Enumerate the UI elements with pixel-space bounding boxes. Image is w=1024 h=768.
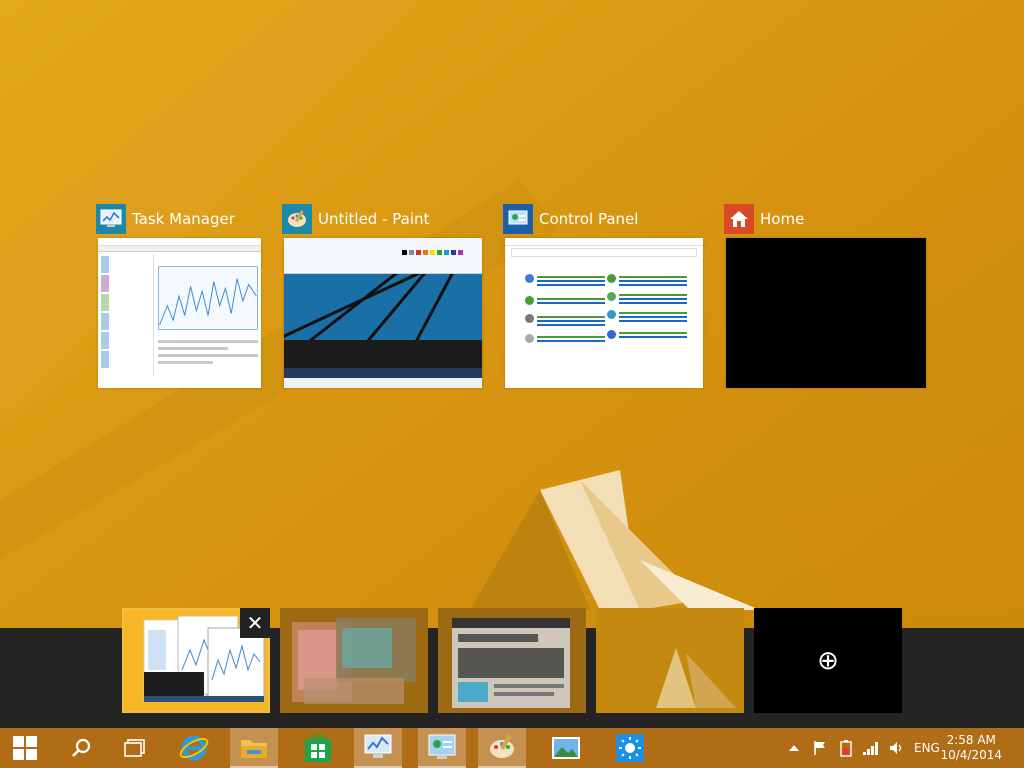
action-center-button[interactable]	[812, 728, 828, 768]
chevron-up-icon	[789, 745, 799, 751]
desktop-3-thumbnail[interactable]	[438, 608, 586, 713]
close-desktop-button[interactable]: ✕	[240, 608, 270, 638]
paint-icon	[282, 204, 312, 234]
speaker-icon	[890, 742, 902, 754]
clock-time: 2:58 AM	[946, 733, 996, 747]
paint-button[interactable]	[478, 728, 526, 768]
network-signal-icon	[863, 742, 878, 755]
task-manager-icon	[96, 204, 126, 234]
taskbar: ENG 2:58 AM 10/4/2014	[0, 728, 1024, 768]
window-paint[interactable]: Untitled - Paint	[282, 204, 482, 388]
power-button[interactable]	[838, 728, 854, 768]
window-thumbnail[interactable]	[505, 238, 703, 388]
search-icon	[72, 738, 91, 757]
window-title: Untitled - Paint	[318, 210, 430, 228]
network-button[interactable]	[862, 728, 880, 768]
show-hidden-icons-button[interactable]	[788, 728, 800, 768]
window-control-panel[interactable]: Control Panel	[503, 204, 703, 388]
desktop-4-thumbnail[interactable]	[596, 608, 744, 713]
store-icon	[305, 735, 331, 762]
search-button[interactable]	[58, 728, 104, 768]
internet-explorer-button[interactable]	[170, 728, 218, 768]
window-thumbnail[interactable]	[284, 238, 482, 388]
window-home[interactable]: Home	[724, 204, 926, 388]
add-desktop-button[interactable]: ⊕	[754, 608, 902, 713]
window-task-manager[interactable]: Task Manager	[96, 204, 261, 388]
clock-date: 10/4/2014	[940, 748, 1002, 762]
input-language-button[interactable]: ENG	[914, 728, 940, 768]
control-panel-button[interactable]	[418, 728, 466, 768]
photos-icon	[552, 737, 580, 759]
file-explorer-button[interactable]	[230, 728, 278, 768]
paint-icon	[490, 734, 514, 758]
window-title: Task Manager	[132, 210, 235, 228]
task-manager-icon	[364, 734, 392, 758]
control-panel-icon	[503, 204, 533, 234]
desktop-2-thumbnail[interactable]	[280, 608, 428, 713]
flag-icon	[814, 741, 825, 755]
window-title: Control Panel	[539, 210, 639, 228]
window-thumbnail[interactable]	[98, 238, 261, 388]
task-view-icon	[124, 739, 145, 757]
start-icon	[13, 736, 37, 760]
battery-icon	[840, 740, 852, 757]
volume-button[interactable]	[888, 728, 906, 768]
control-panel-icon	[428, 734, 456, 759]
clock[interactable]: 2:58 AM 10/4/2014	[940, 733, 1002, 763]
start-button[interactable]	[0, 728, 50, 768]
store-button[interactable]	[294, 728, 342, 768]
internet-explorer-icon	[179, 735, 209, 761]
photos-button[interactable]	[542, 728, 590, 768]
task-manager-button[interactable]	[354, 728, 402, 768]
weather-icon	[616, 734, 644, 762]
window-title: Home	[760, 210, 805, 228]
weather-button[interactable]	[606, 728, 654, 768]
window-thumbnail[interactable]	[726, 238, 926, 388]
task-view-button[interactable]	[112, 728, 158, 768]
home-icon	[724, 204, 754, 234]
file-explorer-icon	[241, 740, 267, 758]
